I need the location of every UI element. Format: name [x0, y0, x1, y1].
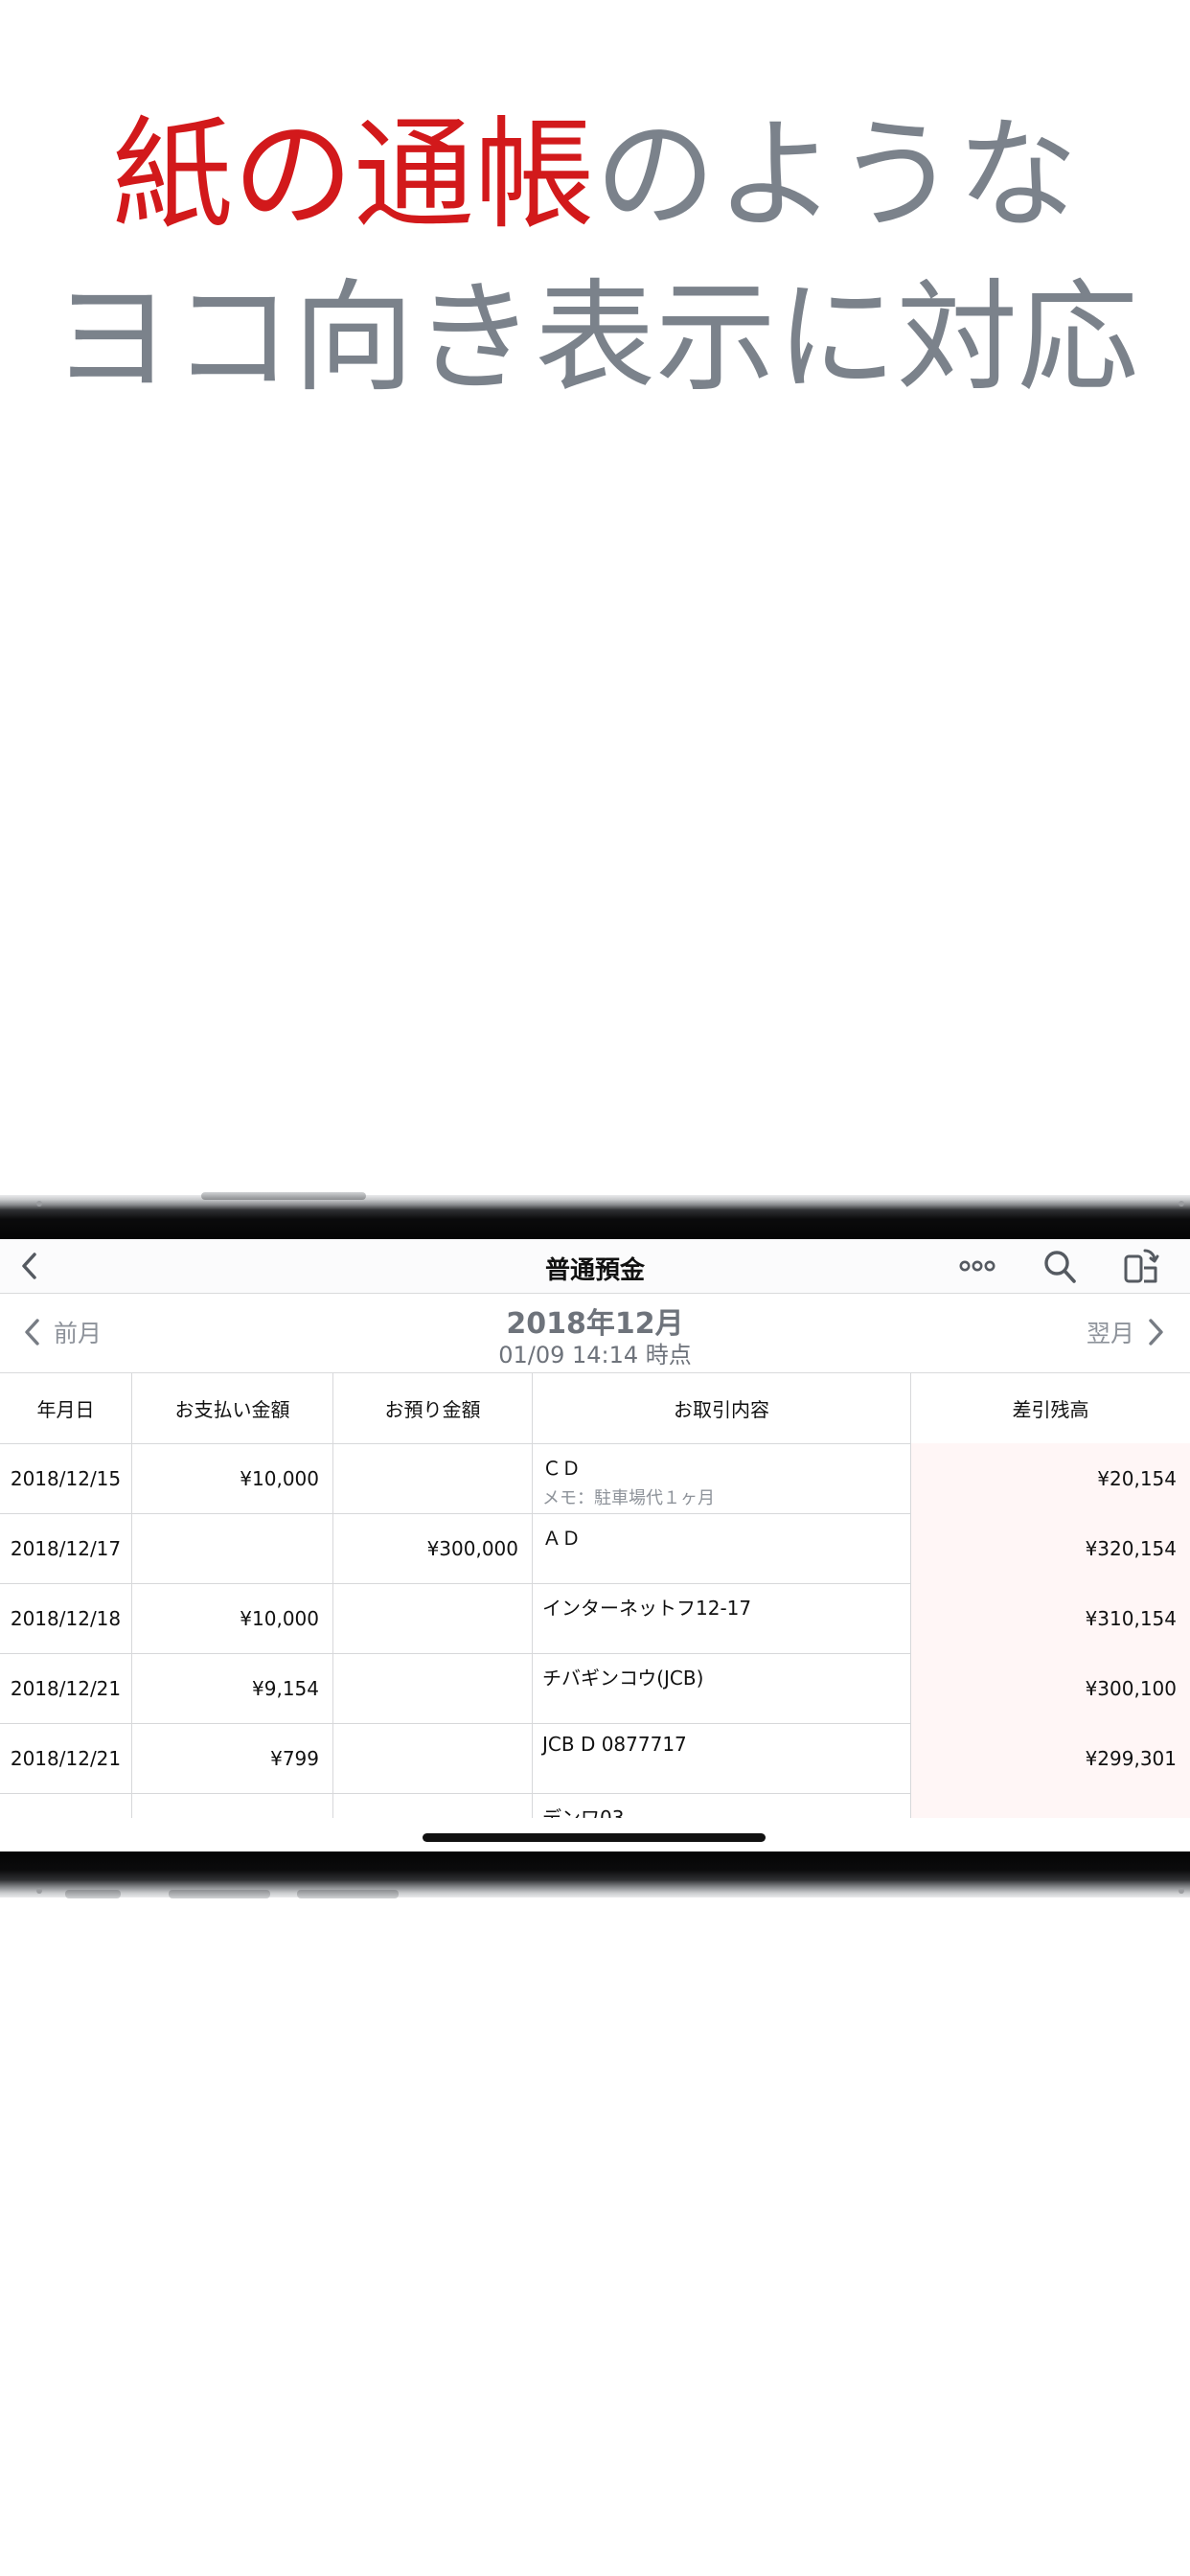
phone-volume-button [169, 1890, 270, 1898]
phone-volume-button [297, 1890, 399, 1898]
headline-gray-text: のような [595, 104, 1078, 245]
navigation-bar: 普通預金 [0, 1239, 1190, 1294]
table-row[interactable]: 2018/12/18 ¥10,000 インターネットフ12-17 ¥310,15… [0, 1583, 1190, 1654]
phone-screen: 普通預金 前月 2018年12月 01/09 14:14 時点 翌月 年月日 お… [0, 1239, 1190, 1852]
more-button[interactable] [958, 1251, 996, 1281]
phone-frame-top [0, 1192, 1190, 1239]
balance-cell: ¥310,154 [911, 1583, 1190, 1653]
memo-text: メモ：駐車場代１ヶ月 [542, 1488, 715, 1508]
account-title: 普通預金 [544, 1256, 645, 1285]
balance-cell: ¥320,154 [911, 1513, 1190, 1583]
description-text: ＣＤ [542, 1457, 581, 1480]
search-button[interactable] [1041, 1247, 1078, 1285]
description-cell: チバギンコウ(JCB) [533, 1653, 911, 1723]
rotate-device-icon [1124, 1249, 1159, 1283]
home-indicator[interactable] [423, 1833, 766, 1842]
date-cell: 2018/12/17 [0, 1513, 132, 1583]
phone-frame-bottom [0, 1852, 1190, 1898]
description-cell: JCB D 0877717 [533, 1723, 911, 1793]
payment-cell: ¥799 [132, 1723, 333, 1793]
as-of-timestamp: 01/09 14:14 時点 [498, 1342, 692, 1368]
description-text: ＡＤ [542, 1527, 581, 1550]
date-cell: 2018/12/21 [0, 1723, 132, 1793]
date-cell: 2018/12/18 [0, 1583, 132, 1653]
deposit-cell [333, 1583, 533, 1653]
next-month-button[interactable]: 翌月 [1087, 1313, 1165, 1351]
next-month-label: 翌月 [1086, 1320, 1134, 1347]
table-row[interactable]: 2018/12/17 ¥300,000 ＡＤ ¥320,154 [0, 1513, 1190, 1584]
chevron-right-icon [1149, 1319, 1163, 1346]
phone-sensor-dot [1179, 1201, 1184, 1207]
table-header-row: 年月日 お支払い金額 お預り金額 お取引内容 差引残高 [0, 1373, 1190, 1444]
table-row[interactable]: 2018/12/21 ¥9,154 チバギンコウ(JCB) ¥300,100 [0, 1653, 1190, 1724]
date-cell: 2018/12/15 [0, 1443, 132, 1513]
description-cell: ＣＤ メモ：駐車場代１ヶ月 [533, 1443, 911, 1513]
headline-line-2: ヨコ向き表示に対応 [52, 267, 1138, 408]
phone-sensor-dot [36, 1888, 42, 1894]
column-header-payment: お支払い金額 [132, 1373, 333, 1443]
balance-cell: ¥20,154 [911, 1443, 1190, 1513]
search-icon [1044, 1251, 1076, 1283]
table-row[interactable]: 2018/12/21 ¥799 JCB D 0877717 ¥299,301 [0, 1723, 1190, 1794]
rotate-button[interactable] [1122, 1247, 1160, 1285]
phone-sensor-dot [36, 1201, 42, 1207]
column-header-description: お取引内容 [533, 1373, 911, 1443]
headline-line-1: 紙の通帳のような [0, 115, 1190, 236]
phone-side-button [201, 1192, 366, 1200]
deposit-cell: ¥300,000 [333, 1513, 533, 1583]
column-header-balance: 差引残高 [911, 1373, 1190, 1443]
deposit-cell [333, 1653, 533, 1723]
column-header-date: 年月日 [0, 1373, 132, 1443]
phone-side-button [65, 1890, 121, 1898]
deposit-cell [333, 1443, 533, 1513]
payment-cell [132, 1513, 333, 1583]
column-header-deposit: お預り金額 [333, 1373, 533, 1443]
phone-sensor-dot [1179, 1888, 1184, 1894]
payment-cell: ¥9,154 [132, 1653, 333, 1723]
payment-cell: ¥10,000 [132, 1443, 333, 1513]
balance-cell: ¥299,301 [911, 1723, 1190, 1793]
payment-cell: ¥10,000 [132, 1583, 333, 1653]
table-row[interactable]: 2018/12/15 ¥10,000 ＣＤ メモ：駐車場代１ヶ月 ¥20,154 [0, 1443, 1190, 1514]
headline-red-text: 紙の通帳 [112, 104, 595, 245]
date-cell: 2018/12/21 [0, 1653, 132, 1723]
deposit-cell [333, 1723, 533, 1793]
description-cell: インターネットフ12-17 [533, 1583, 911, 1653]
description-text: チバギンコウ(JCB) [542, 1667, 704, 1690]
description-cell: ＡＤ [533, 1513, 911, 1583]
description-text: JCB D 0877717 [542, 1733, 687, 1756]
balance-cell: ¥300,100 [911, 1653, 1190, 1723]
description-text: インターネットフ12-17 [542, 1597, 752, 1620]
more-icon [959, 1260, 995, 1272]
month-navigation: 前月 2018年12月 01/09 14:14 時点 翌月 [0, 1294, 1190, 1373]
